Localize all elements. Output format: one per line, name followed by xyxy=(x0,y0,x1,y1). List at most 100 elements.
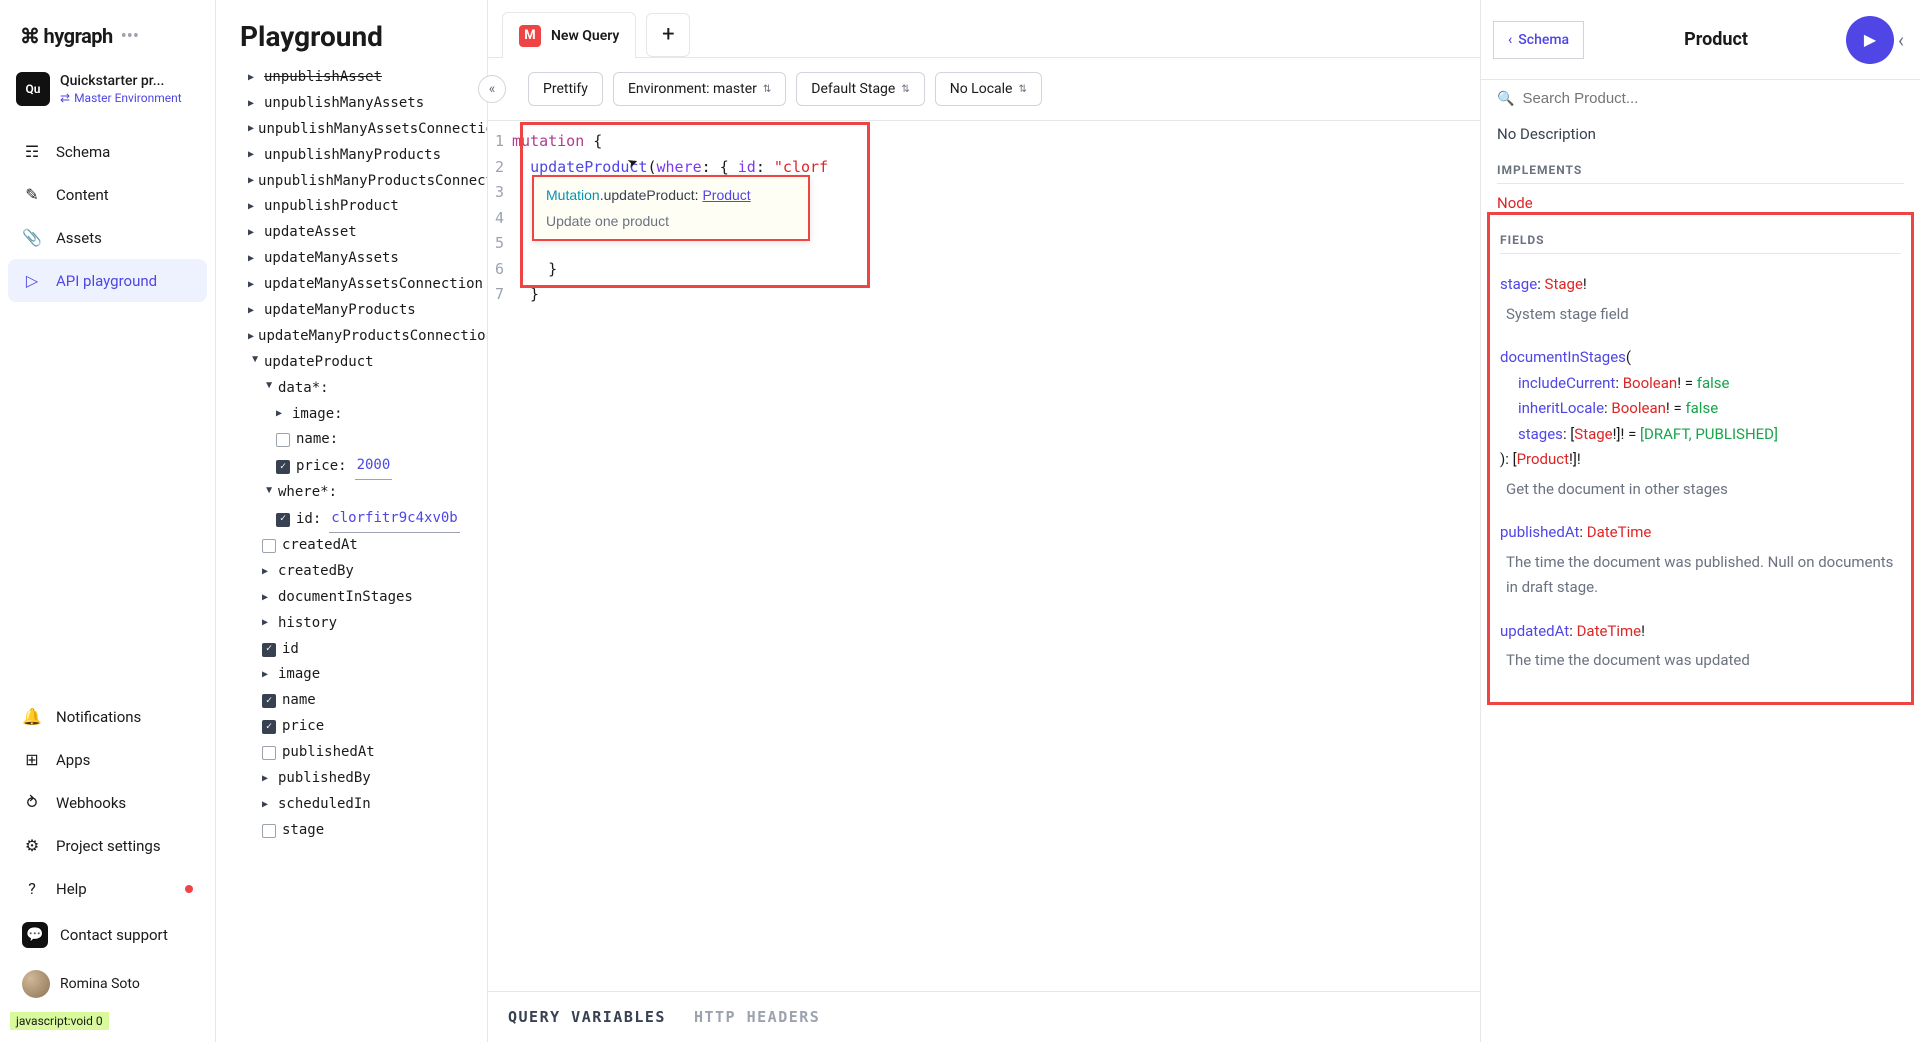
tree-item[interactable]: ▶updateProduct xyxy=(228,350,483,376)
checkbox-icon[interactable]: ✓ xyxy=(262,643,276,657)
tree-label: unpublishManyAssetsConnection xyxy=(258,117,487,143)
tree-item[interactable]: ▶history xyxy=(228,611,483,637)
nav-contact-support[interactable]: 💬Contact support xyxy=(8,910,207,960)
tree-label: unpublishManyProductsConnecti xyxy=(258,169,487,195)
tree-item[interactable]: ▶unpublishManyAssets xyxy=(228,91,483,117)
triangle-icon: ▶ xyxy=(262,614,274,633)
nav-help[interactable]: ?Help xyxy=(8,867,207,910)
tree-item[interactable]: ▶documentInStages xyxy=(228,585,483,611)
tree-item[interactable]: ▶unpublishManyProducts xyxy=(228,143,483,169)
logo-menu-icon[interactable]: ••• xyxy=(121,26,139,47)
tree-item[interactable]: ▶unpublishAsset xyxy=(228,65,483,91)
field-documentinstages[interactable]: documentInStages( includeCurrent: Boolea… xyxy=(1500,345,1901,502)
triangle-icon: ▶ xyxy=(245,357,264,369)
sidebar: ⌘hygraph ••• Qu Quickstarter pr... ⇄Mast… xyxy=(0,0,216,1042)
user-menu[interactable]: Romina Soto xyxy=(8,960,207,1008)
tree-label: updateProduct xyxy=(264,350,374,376)
tree-item[interactable]: ▶updateAsset xyxy=(228,220,483,246)
nav-content[interactable]: ✎Content xyxy=(8,173,207,216)
tree-item[interactable]: ✓price xyxy=(228,714,483,740)
tree-item[interactable]: ✓id:clorfitr9c4xv0b xyxy=(228,506,483,533)
query-tab[interactable]: M New Query xyxy=(502,12,636,58)
tree-label: scheduledIn xyxy=(278,792,371,818)
checkbox-icon[interactable]: ✓ xyxy=(262,720,276,734)
nav-webhooks[interactable]: ⥁Webhooks xyxy=(8,781,207,824)
checkbox-icon[interactable] xyxy=(276,433,290,447)
tree-item[interactable]: ▶data*: xyxy=(228,376,483,402)
project-selector[interactable]: Qu Quickstarter pr... ⇄Master Environmen… xyxy=(0,64,215,122)
nav-project-settings[interactable]: ⚙Project settings xyxy=(8,824,207,867)
tree-item[interactable]: ▶updateManyProducts xyxy=(228,298,483,324)
paperclip-icon: 📎 xyxy=(22,228,42,247)
close-docs-button[interactable]: ‹ xyxy=(1894,24,1908,56)
tree-item[interactable]: ▶createdBy xyxy=(228,559,483,585)
tree-item[interactable]: ▶where*: xyxy=(228,480,483,506)
tree-item[interactable]: ▶unpublishManyProductsConnecti xyxy=(228,169,483,195)
layers-icon: ☶ xyxy=(22,142,42,161)
collapse-explorer-button[interactable]: « xyxy=(478,75,506,103)
tree-item[interactable]: ▶publishedBy xyxy=(228,766,483,792)
tree-label: unpublishManyAssets xyxy=(264,91,424,117)
tree-item[interactable]: createdAt xyxy=(228,533,483,559)
main-area: M New Query + « Prettify Environment: ma… xyxy=(488,0,1480,1042)
schema-back-button[interactable]: ‹Schema xyxy=(1493,21,1584,59)
triangle-icon: ▶ xyxy=(248,95,260,114)
tree-value[interactable]: clorfitr9c4xv0b xyxy=(329,506,459,533)
tree-label: name xyxy=(282,688,316,714)
checkbox-icon[interactable] xyxy=(262,746,276,760)
tree-item[interactable]: ▶image: xyxy=(228,402,483,428)
add-tab-button[interactable]: + xyxy=(646,13,690,57)
checkbox-icon[interactable] xyxy=(262,539,276,553)
docs-title: Product xyxy=(1594,29,1838,50)
triangle-icon: ▶ xyxy=(248,328,254,347)
query-variables-tab[interactable]: QUERY VARIABLES xyxy=(508,1008,666,1026)
tree-label: image: xyxy=(292,402,343,428)
tree-item[interactable]: ▶updateManyAssetsConnection xyxy=(228,272,483,298)
field-updatedat[interactable]: updatedAt: DateTime! The time the docume… xyxy=(1500,619,1901,674)
nav-schema[interactable]: ☶Schema xyxy=(8,130,207,173)
triangle-icon: ▶ xyxy=(262,666,274,685)
tree-item[interactable]: ▶updateManyAssets xyxy=(228,246,483,272)
run-query-button[interactable]: ▶ xyxy=(1846,16,1894,64)
tree-value[interactable]: 2000 xyxy=(355,453,393,480)
tree-item[interactable]: publishedAt xyxy=(228,740,483,766)
tree-label: history xyxy=(278,611,337,637)
docs-search[interactable]: 🔍 xyxy=(1481,80,1920,117)
checkbox-icon[interactable]: ✓ xyxy=(276,513,290,527)
stage-select[interactable]: Default Stage⇅ xyxy=(796,72,924,106)
tree-item[interactable]: ▶unpublishManyAssetsConnection xyxy=(228,117,483,143)
tree-label: unpublishProduct xyxy=(264,194,399,220)
field-publishedat[interactable]: publishedAt: DateTime The time the docum… xyxy=(1500,520,1901,601)
annotation-border: FIELDS stage: Stage! System stage field … xyxy=(1487,212,1914,705)
nav-assets[interactable]: 📎Assets xyxy=(8,216,207,259)
tree-item[interactable]: name: xyxy=(228,427,483,453)
project-environment: ⇄Master Environment xyxy=(60,91,182,105)
checkbox-icon[interactable]: ✓ xyxy=(276,460,290,474)
tree-item[interactable]: ▶updateManyProductsConnection xyxy=(228,324,483,350)
nav-apps[interactable]: ⊞Apps xyxy=(8,738,207,781)
checkbox-icon[interactable]: ✓ xyxy=(262,694,276,708)
tree-item[interactable]: ✓price:2000 xyxy=(228,453,483,480)
nav-api-playground[interactable]: ▷API playground xyxy=(8,259,207,302)
tree-item[interactable]: stage xyxy=(228,818,483,844)
tree-item[interactable]: ▶unpublishProduct xyxy=(228,194,483,220)
implements-node-link[interactable]: Node xyxy=(1497,194,1533,212)
locale-select[interactable]: No Locale⇅ xyxy=(935,72,1042,106)
http-headers-tab[interactable]: HTTP HEADERS xyxy=(694,1008,820,1026)
tree-item[interactable]: ✓id xyxy=(228,637,483,663)
tree-item[interactable]: ▶image xyxy=(228,662,483,688)
tree-label: image xyxy=(278,662,320,688)
hover-type-link[interactable]: Product xyxy=(702,187,750,203)
hover-tooltip: Mutation.updateProduct: Product Update o… xyxy=(532,175,810,241)
search-input[interactable] xyxy=(1522,90,1904,107)
prettify-button[interactable]: Prettify xyxy=(528,72,603,106)
tree-item[interactable]: ▶scheduledIn xyxy=(228,792,483,818)
tree-label: data*: xyxy=(278,376,329,402)
tree-item[interactable]: ✓ name xyxy=(228,688,483,714)
field-stage[interactable]: stage: Stage! System stage field xyxy=(1500,272,1901,327)
operation-tree[interactable]: ▶unpublishAsset▶unpublishManyAssets▶unpu… xyxy=(216,65,487,1042)
checkbox-icon[interactable] xyxy=(262,824,276,838)
code-editor[interactable]: 1mutation { 2 updateProduct(where: { id:… xyxy=(488,121,1480,991)
environment-select[interactable]: Environment: master⇅ xyxy=(613,72,786,106)
nav-notifications[interactable]: 🔔Notifications xyxy=(8,695,207,738)
